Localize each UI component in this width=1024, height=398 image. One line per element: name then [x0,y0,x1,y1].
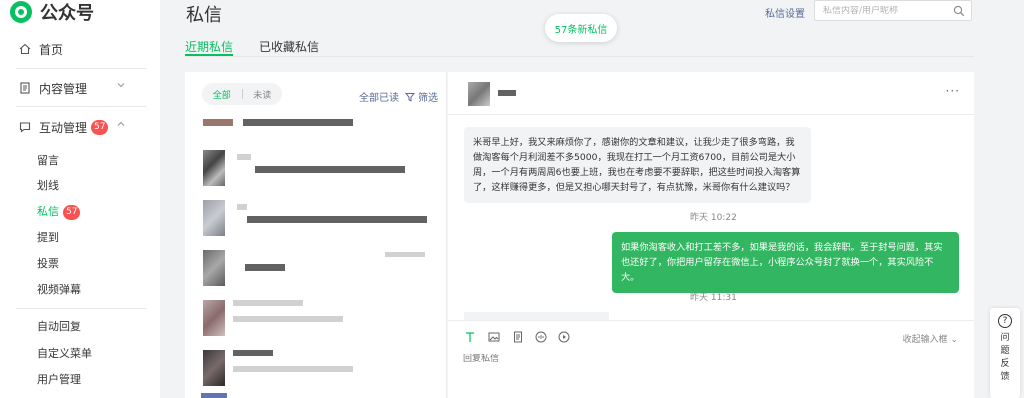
sidebar-item-auto-reply[interactable]: 自动回复 [37,318,81,336]
chat-bubble-icon [18,120,32,134]
redacted-text [243,119,353,126]
tab-recent-messages[interactable]: 近期私信 [185,38,234,56]
incoming-message: 米哥早上好，我又来麻烦你了，感谢你的文章和建议，让我少走了很多弯路，我做淘客每个… [464,127,811,203]
conversation-item[interactable] [185,344,446,394]
conversation-list: 全部 未读 全部已读 筛选 [185,72,447,398]
search-input[interactable] [823,5,953,16]
filter-button[interactable]: 筛选 [405,89,438,104]
conversation-item[interactable] [185,194,446,244]
redacted-text [233,300,303,306]
logo[interactable]: 公众号 [10,0,94,24]
outgoing-message: 如果你淘客收入和打工差不多，如果是我的话，我会辞职。至于封号问题，其实也还好了，… [612,232,959,293]
document-icon [18,81,32,95]
audio-icon[interactable] [534,330,548,344]
message-settings-link[interactable]: 私信设置 [765,5,805,20]
sidebar-item-content[interactable]: 内容管理 [0,76,160,100]
sidebar: 公众号 首页 内容管理 互动管理 57 留言 划线 私信 57 提到 投票 视频… [0,0,160,398]
chat-panel: ··· 米哥早上好，我又来麻烦你了，感谢你的文章和建议，让我少走了很多弯路，我做… [448,72,974,398]
sidebar-item-custom-menu[interactable]: 自定义菜单 [37,345,92,363]
chevron-down-icon [116,80,126,93]
mark-all-read-button[interactable]: 全部已读 [359,89,399,104]
tab-bar: 近期私信 已收藏私信 [185,38,345,56]
search-icon[interactable] [953,5,965,17]
redacted-avatar [203,350,225,386]
chevron-up-icon [116,119,126,132]
tab-starred-messages[interactable]: 已收藏私信 [259,38,319,56]
sidebar-subitem-danmaku[interactable]: 视频弹幕 [37,281,81,299]
filter-all-button[interactable]: 全部 [202,88,242,101]
article-icon[interactable] [511,330,525,344]
sidebar-divider [16,308,146,309]
redacted-avatar [203,300,225,336]
unread-badge: 57 [63,204,81,220]
conversation-item[interactable] [185,144,446,194]
conversation-item[interactable] [185,392,446,398]
wechat-logo-icon [10,1,32,23]
redacted-text [233,316,343,322]
question-icon: ? [998,314,1012,328]
filter-icon [405,92,415,102]
reply-input[interactable] [463,354,763,364]
redacted-avatar [203,150,225,186]
new-messages-pill[interactable]: 57条新私信 [545,14,617,42]
sidebar-subitem-votes[interactable]: 投票 [37,255,59,273]
collapse-input-button[interactable]: 收起输入框 ⌄ [903,332,958,345]
image-icon[interactable] [487,330,501,344]
sidebar-item-label: 首页 [39,42,64,57]
incoming-message-partial [464,312,609,320]
redacted-avatar [468,82,490,106]
redacted-username [498,90,516,96]
redacted-time [385,252,425,257]
chat-header: ··· [448,72,974,115]
unread-badge: 57 [91,119,109,135]
sidebar-item-label: 互动管理 [39,120,88,135]
message-composer: 收起输入框 ⌄ [448,320,974,398]
more-options-icon[interactable]: ··· [946,84,960,98]
read-filter-toggle: 全部 未读 [202,83,282,105]
sidebar-item-interaction[interactable]: 互动管理 57 [0,115,160,139]
sidebar-divider [16,68,146,69]
sidebar-item-user-mgmt[interactable]: 用户管理 [37,371,81,389]
sidebar-divider [16,106,146,107]
sidebar-item-home[interactable]: 首页 [0,37,160,61]
chevron-down-icon: ⌄ [950,335,958,345]
search-box [814,0,972,21]
redacted-text [247,216,427,223]
sidebar-subitem-highlights[interactable]: 划线 [37,177,59,195]
conversation-item[interactable] [185,294,446,344]
video-icon[interactable] [557,330,571,344]
home-icon [18,42,32,56]
conversation-item[interactable] [185,244,446,294]
redacted-text [233,366,353,372]
collapse-input-label: 收起输入框 [902,335,948,345]
redacted-avatar [201,393,227,398]
message-timestamp: 昨天 10:22 [690,213,737,223]
tab-divider [185,56,974,57]
redacted-text [237,154,251,160]
filter-unread-button[interactable]: 未读 [243,88,283,101]
sidebar-subitem-comments[interactable]: 留言 [37,152,59,170]
redacted-text [245,264,285,271]
redacted-avatar [203,250,225,286]
redacted-avatar [203,200,225,236]
feedback-button[interactable]: ? 问题反馈 [990,308,1020,398]
sidebar-subitem-mentions[interactable]: 提到 [37,229,59,247]
filter-label: 筛选 [418,93,438,104]
message-timestamp: 昨天 11:31 [690,293,737,303]
redacted-text [237,204,247,210]
conversation-item[interactable] [185,114,446,130]
sidebar-subitem-label: 私信 [37,205,59,218]
app-name: 公众号 [40,3,94,24]
text-icon[interactable] [463,330,477,344]
redacted-text [255,166,405,173]
sidebar-item-label: 内容管理 [39,81,88,96]
sidebar-subitem-messages[interactable]: 私信 57 [37,203,81,221]
feedback-label: 问题反馈 [1000,333,1010,382]
page-title: 私信 [186,5,222,26]
redacted-avatar [203,119,233,126]
redacted-text [233,350,273,356]
